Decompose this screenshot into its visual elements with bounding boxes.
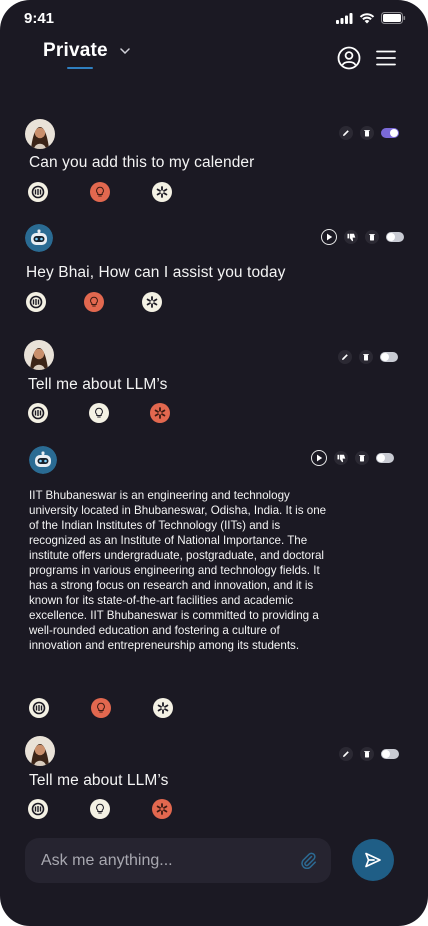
trash-icon bbox=[363, 354, 369, 361]
edit-button[interactable] bbox=[338, 350, 352, 364]
delete-button[interactable] bbox=[355, 451, 369, 465]
message-text: Can you add this to my calender bbox=[29, 154, 255, 171]
model-option-2[interactable] bbox=[91, 698, 111, 718]
model-selector-row bbox=[26, 292, 162, 312]
model-selector-row bbox=[28, 799, 172, 819]
model-option-2[interactable] bbox=[84, 292, 104, 312]
thumbs-down-icon bbox=[347, 233, 355, 241]
message-text: Hey Bhai, How can I assist you today bbox=[26, 264, 286, 281]
chevron-down-icon bbox=[120, 48, 130, 54]
model-icon bbox=[32, 701, 46, 715]
message-text: Tell me about LLM’s bbox=[28, 376, 168, 393]
title-underline bbox=[67, 67, 93, 69]
delete-button[interactable] bbox=[360, 747, 374, 761]
thumbs-down-icon bbox=[337, 454, 345, 462]
openai-icon bbox=[156, 186, 168, 198]
signal-icon bbox=[336, 12, 353, 24]
model-option-2[interactable] bbox=[90, 182, 110, 202]
edit-button[interactable] bbox=[339, 747, 353, 761]
trash-icon bbox=[359, 455, 365, 462]
play-icon bbox=[326, 233, 332, 241]
model-option-1[interactable] bbox=[28, 403, 48, 423]
openai-icon bbox=[154, 407, 166, 419]
model-icon bbox=[31, 802, 45, 816]
model-selector-row bbox=[28, 403, 170, 423]
message-actions bbox=[339, 126, 399, 140]
model-option-3[interactable] bbox=[153, 698, 173, 718]
play-button[interactable] bbox=[311, 450, 327, 466]
play-icon bbox=[316, 454, 322, 462]
edit-icon bbox=[342, 354, 348, 360]
model-option-2[interactable] bbox=[90, 799, 110, 819]
wifi-icon bbox=[359, 12, 375, 23]
play-button[interactable] bbox=[321, 229, 337, 245]
model-option-3[interactable] bbox=[152, 182, 172, 202]
user-avatar bbox=[24, 340, 54, 370]
workspace-selector[interactable]: Private bbox=[43, 40, 130, 62]
delete-button[interactable] bbox=[360, 126, 374, 140]
delete-button[interactable] bbox=[365, 230, 379, 244]
page-title: Private bbox=[43, 40, 108, 61]
profile-icon[interactable] bbox=[337, 46, 361, 70]
model-option-3[interactable] bbox=[150, 403, 170, 423]
status-icons bbox=[336, 12, 406, 24]
edit-button[interactable] bbox=[339, 126, 353, 140]
model-option-3[interactable] bbox=[152, 799, 172, 819]
user-avatar bbox=[25, 119, 55, 149]
app-screen: 9:41 Private Can you add this to my cale… bbox=[0, 0, 428, 926]
model-selector-row bbox=[29, 698, 173, 718]
bulb-icon bbox=[97, 702, 105, 713]
openai-icon bbox=[146, 296, 158, 308]
trash-icon bbox=[364, 130, 370, 137]
message-toggle[interactable] bbox=[386, 232, 404, 242]
model-icon bbox=[29, 295, 43, 309]
bot-avatar bbox=[29, 446, 57, 474]
message-text: IIT Bhubaneswar is an engineering and te… bbox=[29, 489, 327, 652]
delete-button[interactable] bbox=[359, 350, 373, 364]
composer bbox=[25, 838, 331, 883]
message-actions bbox=[338, 350, 398, 364]
model-option-1[interactable] bbox=[28, 799, 48, 819]
edit-icon bbox=[343, 751, 349, 757]
message-toggle[interactable] bbox=[380, 352, 398, 362]
message-toggle[interactable] bbox=[381, 128, 399, 138]
model-option-1[interactable] bbox=[26, 292, 46, 312]
model-option-3[interactable] bbox=[142, 292, 162, 312]
menu-icon[interactable] bbox=[374, 46, 398, 70]
message-text: Tell me about LLM’s bbox=[29, 772, 169, 789]
paperclip-icon[interactable] bbox=[299, 851, 317, 869]
trash-icon bbox=[369, 234, 375, 241]
message-actions bbox=[311, 450, 394, 466]
trash-icon bbox=[364, 751, 370, 758]
bulb-icon bbox=[95, 407, 103, 418]
bulb-icon bbox=[96, 186, 104, 197]
bulb-icon bbox=[96, 803, 104, 814]
chat-input[interactable] bbox=[41, 838, 291, 883]
send-button[interactable] bbox=[352, 839, 394, 881]
model-option-1[interactable] bbox=[29, 698, 49, 718]
edit-icon bbox=[343, 130, 349, 136]
message-toggle[interactable] bbox=[376, 453, 394, 463]
dislike-button[interactable] bbox=[334, 451, 348, 465]
dislike-button[interactable] bbox=[344, 230, 358, 244]
model-option-1[interactable] bbox=[28, 182, 48, 202]
openai-icon bbox=[157, 702, 169, 714]
message-actions bbox=[339, 747, 399, 761]
model-selector-row bbox=[28, 182, 172, 202]
openai-icon bbox=[156, 803, 168, 815]
battery-icon bbox=[381, 12, 406, 24]
bulb-icon bbox=[90, 296, 98, 307]
message-toggle[interactable] bbox=[381, 749, 399, 759]
send-icon bbox=[365, 852, 381, 868]
message-actions bbox=[321, 229, 404, 245]
status-time: 9:41 bbox=[24, 10, 55, 27]
model-icon bbox=[31, 406, 45, 420]
model-option-2[interactable] bbox=[89, 403, 109, 423]
model-icon bbox=[31, 185, 45, 199]
bot-avatar bbox=[25, 224, 53, 252]
user-avatar bbox=[25, 736, 55, 766]
